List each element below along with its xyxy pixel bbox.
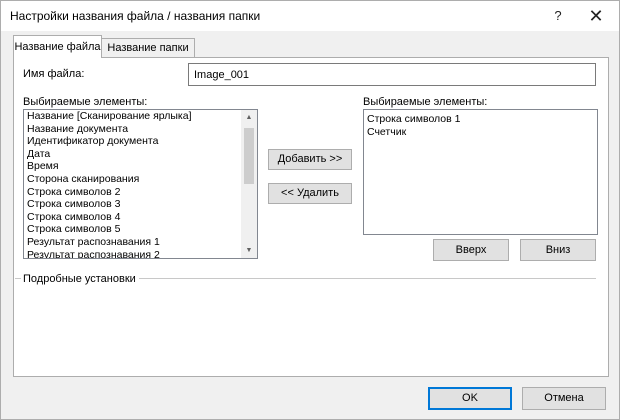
list-item[interactable]: Результат распознавания 1 bbox=[24, 236, 257, 249]
scroll-down-icon[interactable]: ▼ bbox=[241, 243, 257, 258]
divider bbox=[139, 278, 596, 279]
ok-button[interactable]: OK bbox=[428, 387, 512, 410]
move-down-button[interactable]: Вниз bbox=[520, 239, 596, 261]
list-item[interactable]: Название [Сканирование ярлыка] bbox=[24, 110, 257, 123]
list-item[interactable]: Счетчик bbox=[364, 126, 597, 139]
scroll-up-icon[interactable]: ▲ bbox=[241, 110, 257, 125]
available-items-list[interactable]: Название [Сканирование ярлыка] Название … bbox=[23, 109, 258, 259]
list-item[interactable]: Идентификатор документа bbox=[24, 135, 257, 148]
list-item[interactable]: Строка символов 3 bbox=[24, 198, 257, 211]
selected-items-label: Выбираемые элементы: bbox=[363, 96, 488, 108]
available-items-label: Выбираемые элементы: bbox=[23, 96, 148, 108]
move-up-button[interactable]: Вверх bbox=[433, 239, 509, 261]
selected-items-list[interactable]: Строка символов 1 Счетчик bbox=[363, 109, 598, 235]
divider bbox=[15, 278, 21, 279]
help-icon[interactable]: ? bbox=[543, 5, 573, 27]
tab-folder-name[interactable]: Название папки bbox=[101, 38, 195, 57]
list-item[interactable]: Строка символов 5 bbox=[24, 223, 257, 236]
add-button[interactable]: Добавить >> bbox=[268, 149, 352, 170]
scrollbar[interactable]: ▲ ▼ bbox=[241, 110, 257, 258]
list-item[interactable]: Время bbox=[24, 160, 257, 173]
list-item[interactable]: Результат распознавания 2 bbox=[24, 249, 257, 258]
window-title: Настройки названия файла / названия папк… bbox=[10, 9, 261, 23]
list-item[interactable]: Дата bbox=[24, 148, 257, 161]
list-item[interactable]: Строка символов 4 bbox=[24, 211, 257, 224]
cancel-button[interactable]: Отмена bbox=[522, 387, 606, 410]
close-icon[interactable]: ✕ bbox=[581, 5, 611, 27]
list-item[interactable]: Строка символов 1 bbox=[364, 113, 597, 126]
dialog-window: Настройки названия файла / названия папк… bbox=[0, 0, 620, 420]
tab-file-name[interactable]: Название файла bbox=[13, 35, 102, 58]
list-item[interactable]: Сторона сканирования bbox=[24, 173, 257, 186]
list-item[interactable]: Строка символов 2 bbox=[24, 186, 257, 199]
advanced-settings-label: Подробные установки bbox=[23, 273, 136, 285]
list-item[interactable]: Название документа bbox=[24, 123, 257, 136]
title-bar: Настройки названия файла / названия папк… bbox=[1, 1, 619, 31]
remove-button[interactable]: << Удалить bbox=[268, 183, 352, 204]
scroll-thumb[interactable] bbox=[244, 128, 254, 184]
filename-label: Имя файла: bbox=[23, 68, 85, 80]
filename-input[interactable] bbox=[188, 63, 596, 86]
